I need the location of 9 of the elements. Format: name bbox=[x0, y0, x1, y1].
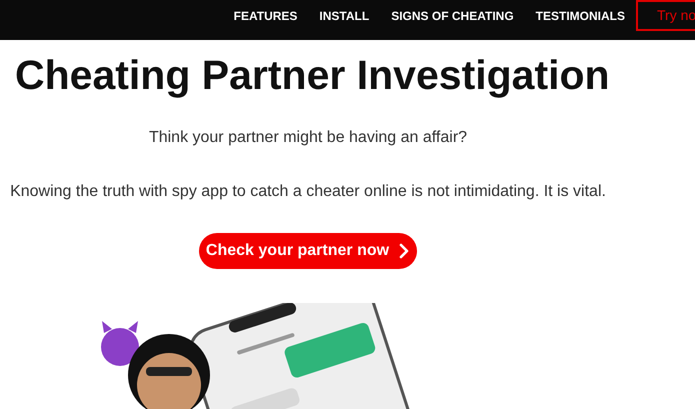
nav-link[interactable]: SIGNS OF CHEATING bbox=[391, 6, 514, 24]
nav-link[interactable]: INSTALL bbox=[319, 6, 370, 24]
nav-link[interactable]: TESTIMONIALS bbox=[536, 6, 625, 24]
intro-statement: Knowing the truth with spy app to catch a cheater online is not intimidating. It is vital. bbox=[9, 182, 607, 202]
chevron-right-icon bbox=[399, 243, 410, 259]
page-title: Cheating Partner Investigation bbox=[15, 51, 611, 100]
nav-link[interactable]: FEATURES bbox=[234, 6, 298, 24]
check-partner-button[interactable]: Check your partner now bbox=[198, 233, 416, 269]
intro-question: Think your partner might be having an affair? bbox=[148, 128, 468, 148]
